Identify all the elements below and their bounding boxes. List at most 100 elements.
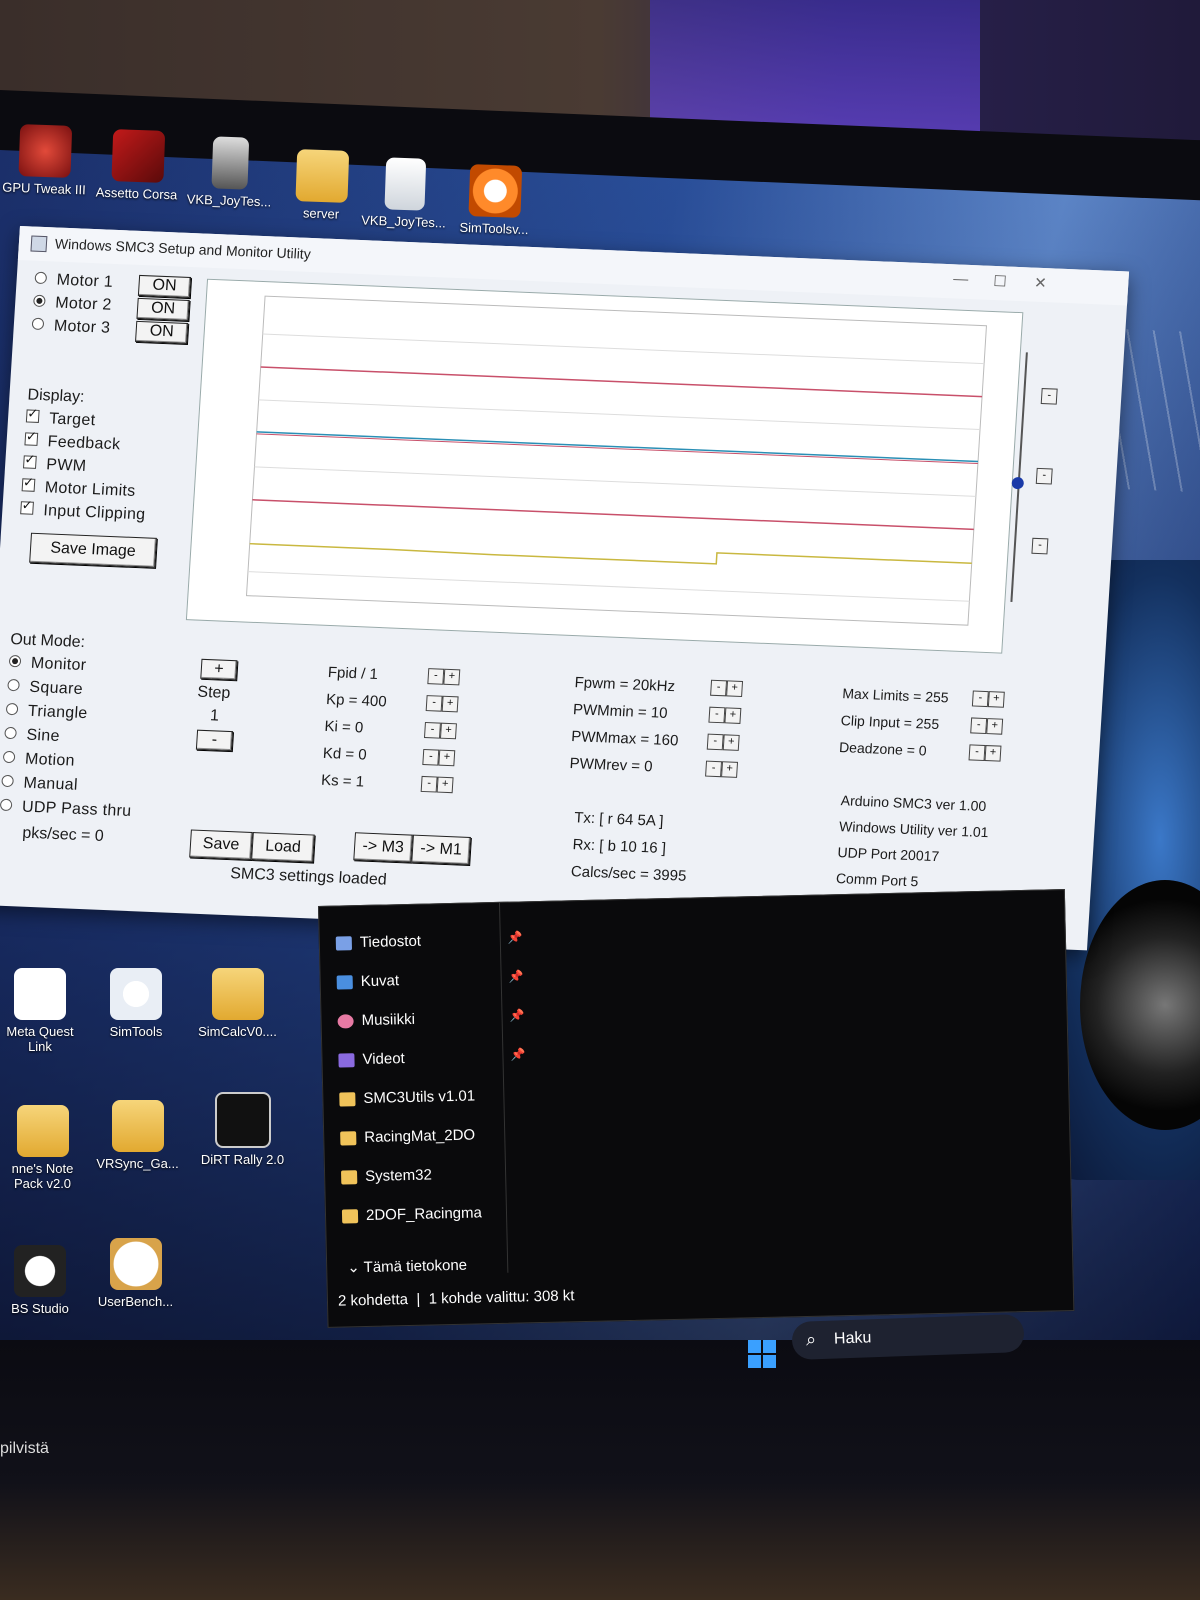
max-limits-plus-button[interactable]: + [987,691,1005,708]
desktop-icon-userbench[interactable]: UserBench... [88,1238,183,1309]
desktop-icon-meta-quest[interactable]: Meta Quest Link [0,968,80,1054]
desktop-icon-vkb-file[interactable]: VKB_JoyTes... [361,157,448,231]
fpid-plus-button[interactable]: + [443,668,461,686]
step-minus-button[interactable]: - [195,729,234,752]
maximize-icon[interactable]: ☐ [993,272,1008,291]
motor-3-on-button[interactable]: ON [135,320,189,344]
desktop-icon-obs[interactable]: BS Studio [0,1245,80,1316]
desktop-icon-gpu-tweak[interactable]: GPU Tweak III [0,123,91,197]
fpid-minus-button[interactable]: - [427,668,445,685]
feedback-checkbox[interactable]: Feedback [24,432,121,454]
pin-icon: 📌 [507,930,523,945]
desktop-icon-server[interactable]: server [281,149,363,223]
copy-to-m3-button[interactable]: -> M3 [353,832,413,863]
ks-minus-button[interactable]: - [420,775,438,793]
input-clipping-checkbox[interactable]: Input Clipping [20,501,146,524]
motion-radio[interactable]: Motion [2,750,75,771]
ki-minus-button[interactable]: - [423,722,441,739]
motor-limits-checkbox[interactable]: Motor Limits [21,478,136,501]
nav-item-2dof[interactable]: 2DOF_Racingma [341,1204,482,1224]
ks-plus-button[interactable]: + [436,776,454,794]
deadzone-plus-button[interactable]: + [984,745,1002,762]
kp-plus-button[interactable]: + [441,695,459,713]
nav-item-kuvat[interactable]: Kuvat 📌 [336,969,524,990]
documents-icon [335,936,353,951]
motor-2-radio[interactable]: Motor 2 [33,294,112,315]
taskbar-search[interactable]: ⌕ Haku [791,1313,1025,1361]
triangle-radio[interactable]: Triangle [5,702,88,723]
clip-input-minus-button[interactable]: - [970,717,988,735]
fpwm-minus-button[interactable]: - [710,679,728,697]
desktop-icon-vkb-joytester[interactable]: VKB_JoyTes... [184,135,276,209]
desktop-icon-dirt-rally[interactable]: DiRT Rally 2.0 [190,1092,295,1167]
desktop-icon-assetto-corsa[interactable]: Assetto Corsa [89,128,186,202]
target-checkbox[interactable]: Target [25,409,96,430]
monitor-radio[interactable]: Monitor [8,654,87,675]
motor-2-on-button[interactable]: ON [136,297,190,321]
kp-minus-button[interactable]: - [425,695,443,712]
pwmmin-value: PWMmin = 10 [572,701,669,722]
nav-item-videot[interactable]: Videot 📌 [338,1047,526,1068]
manual-radio[interactable]: Manual [1,774,78,795]
clip-input-plus-button[interactable]: + [986,718,1004,735]
gauge-icon [109,1238,162,1290]
ki-plus-button[interactable]: + [439,722,457,740]
desktop-icon-simtools[interactable]: SimTools [96,968,176,1039]
gridline-bottom [247,571,970,602]
step-plus-button[interactable]: + [200,658,238,681]
pwmrev-value: PWMrev = 0 [569,755,654,776]
kp-value: Kp = 400 [325,690,388,711]
minimize-icon[interactable]: — [953,270,969,288]
fpwm-value: Fpwm = 20kHz [574,674,676,696]
pin-icon: 📌 [510,1047,526,1062]
assetto-corsa-icon [110,129,165,183]
motor-1-on-button[interactable]: ON [137,274,192,299]
desktop-icon-simtools-v[interactable]: SimToolsv... [449,163,541,237]
desktop-icon-simcalc[interactable]: SimCalcV0.... [190,968,285,1039]
nav-item-system32[interactable]: System32 [341,1166,432,1185]
pwmmin-minus-button[interactable]: - [708,706,726,724]
fpwm-plus-button[interactable]: + [726,680,744,698]
windows-start-icon[interactable] [748,1340,776,1368]
plot-scale-slider-thumb[interactable] [1011,476,1025,490]
nav-item-smc3utils[interactable]: SMC3Utils v1.01 [339,1087,475,1107]
plot-scale-down-button[interactable]: - [1031,537,1049,555]
nav-item-racingmat[interactable]: RacingMat_2DO [340,1126,475,1146]
nav-item-tiedostot[interactable]: Tiedostot 📌 [335,930,523,951]
save-image-button[interactable]: Save Image [29,532,157,568]
pwmmax-plus-button[interactable]: + [722,734,740,751]
pwmmin-plus-button[interactable]: + [724,707,742,724]
videos-icon [338,1053,355,1068]
motor-3-radio[interactable]: Motor 3 [31,317,111,338]
save-button[interactable]: Save [189,829,253,861]
plot-scale-mid-button[interactable]: - [1035,467,1053,485]
motor-1-radio[interactable]: Motor 1 [34,271,114,292]
kd-minus-button[interactable]: - [422,748,440,766]
desktop-icon-note-pack[interactable]: nne's Note Pack v2.0 [0,1105,85,1191]
close-icon[interactable]: ✕ [1034,274,1048,292]
pwm-checkbox[interactable]: PWM [22,455,87,476]
pwmrev-minus-button[interactable]: - [705,760,723,778]
load-button[interactable]: Load [251,832,315,863]
max-limits-minus-button[interactable]: - [971,690,989,708]
deadzone-minus-button[interactable]: - [968,744,986,761]
folder-icon [111,1100,164,1152]
pwmmax-minus-button[interactable]: - [706,733,724,751]
sine-radio[interactable]: Sine [4,726,60,746]
pin-icon: 📌 [509,1008,525,1023]
nav-item-musiikki[interactable]: Musiikki 📌 [337,1008,525,1029]
joystick-icon [211,136,250,190]
udp-pass-thru-radio[interactable]: UDP Pass thru [0,798,132,821]
pwmrev-plus-button[interactable]: + [721,761,739,778]
square-radio[interactable]: Square [7,678,83,699]
copy-to-m1-button[interactable]: -> M1 [411,834,471,865]
motor-limit-upper-line [260,366,983,398]
nav-item-this-pc[interactable]: ⌄ Tämä tietokone [347,1256,467,1277]
plot-scale-up-button[interactable]: - [1040,388,1058,405]
search-icon: ⌕ [805,1329,817,1350]
desktop-icon-vrsync[interactable]: VRSync_Ga... [90,1100,185,1171]
explorer-nav-pane: Tiedostot 📌 Kuvat 📌 Musiikki 📌 Videot 📌 SMC3… [319,902,526,1277]
status-message: SMC3 settings loaded [229,865,388,889]
kd-plus-button[interactable]: + [438,749,456,767]
gridline-mid [258,399,981,431]
